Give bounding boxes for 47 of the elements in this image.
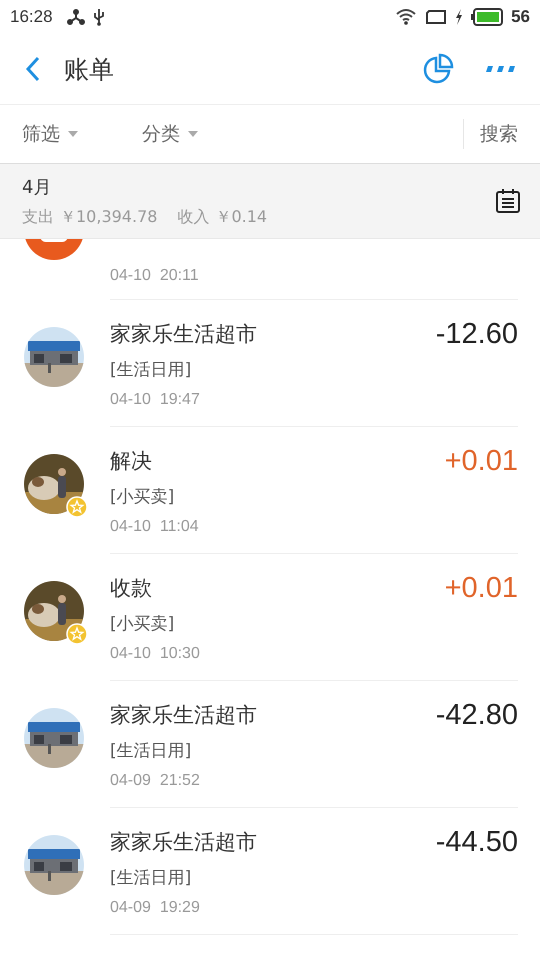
amount: -44.50 (436, 825, 518, 860)
battery-icon (471, 8, 504, 26)
category-label: [生活日用] (110, 359, 192, 381)
merchant-name: 家家乐生活超市 (110, 702, 258, 729)
amount: -42.80 (436, 698, 518, 733)
merchant-name: 家家乐生活超市 (110, 829, 258, 856)
month-label: 4月 (22, 176, 52, 198)
search-button[interactable]: 搜索 (463, 119, 518, 149)
category-label: [小买卖] (110, 613, 176, 635)
amount: -12.60 (436, 317, 518, 352)
pie-chart-icon[interactable] (422, 53, 454, 85)
filter-dropdown[interactable]: 分类 (142, 121, 262, 147)
status-time: 16:28 (10, 7, 53, 27)
page-title: 账单 (64, 54, 114, 86)
merchant-name: 家家乐生活超市 (110, 321, 258, 348)
battery-level: 56 (511, 7, 530, 27)
transaction-row[interactable]: 家家乐生活超市 [生活日用] 04-10 19:47 -12.60 (0, 300, 540, 427)
filter-dropdown[interactable]: 筛选 (22, 121, 142, 147)
category-label: [生活日用] (110, 740, 192, 762)
charging-icon (455, 9, 464, 25)
category-label: [生活日用] (110, 867, 192, 889)
merchant-name: 解决 (110, 448, 153, 475)
more-icon[interactable] (484, 65, 516, 73)
transaction-time: 04-10 19:47 (110, 391, 201, 409)
amount: +0.01 (444, 444, 518, 479)
transaction-time: 04-09 19:29 (110, 899, 201, 917)
back-icon[interactable] (24, 55, 42, 83)
income-label: 收入 (177, 206, 210, 228)
transaction-row[interactable]: 收款 [小买卖] 04-10 10:30 +0.01 (0, 554, 540, 681)
transaction-time: 04-10 11:04 (110, 518, 200, 536)
transaction-row[interactable]: 家家乐生活超市 [生活日用] 04-09 19:29 -44.50 (0, 808, 540, 935)
calendar-icon[interactable] (494, 187, 522, 215)
category-label: [小买卖] (110, 486, 176, 508)
merchant-name: 收款 (110, 575, 153, 602)
amount: +0.01 (444, 571, 518, 606)
transaction-time: 04-10 20:11 (110, 267, 200, 285)
expense-label: 支出 (22, 206, 54, 228)
income-total: ￥0.14 (215, 206, 268, 228)
transaction-row[interactable]: 家家乐生活超市 [生活日用] 04-09 21:52 -42.80 (0, 681, 540, 808)
transaction-time: 04-09 21:52 (110, 772, 201, 790)
transaction-row[interactable]: 解决 [小买卖] 04-10 11:04 +0.01 (0, 427, 540, 554)
wifi-icon (395, 8, 418, 26)
share-icon (66, 9, 85, 25)
usb-icon (92, 8, 105, 26)
transaction-time: 04-10 10:30 (110, 645, 201, 663)
tablet-icon (425, 9, 448, 25)
expense-total: ￥10,394.78 (60, 206, 158, 228)
